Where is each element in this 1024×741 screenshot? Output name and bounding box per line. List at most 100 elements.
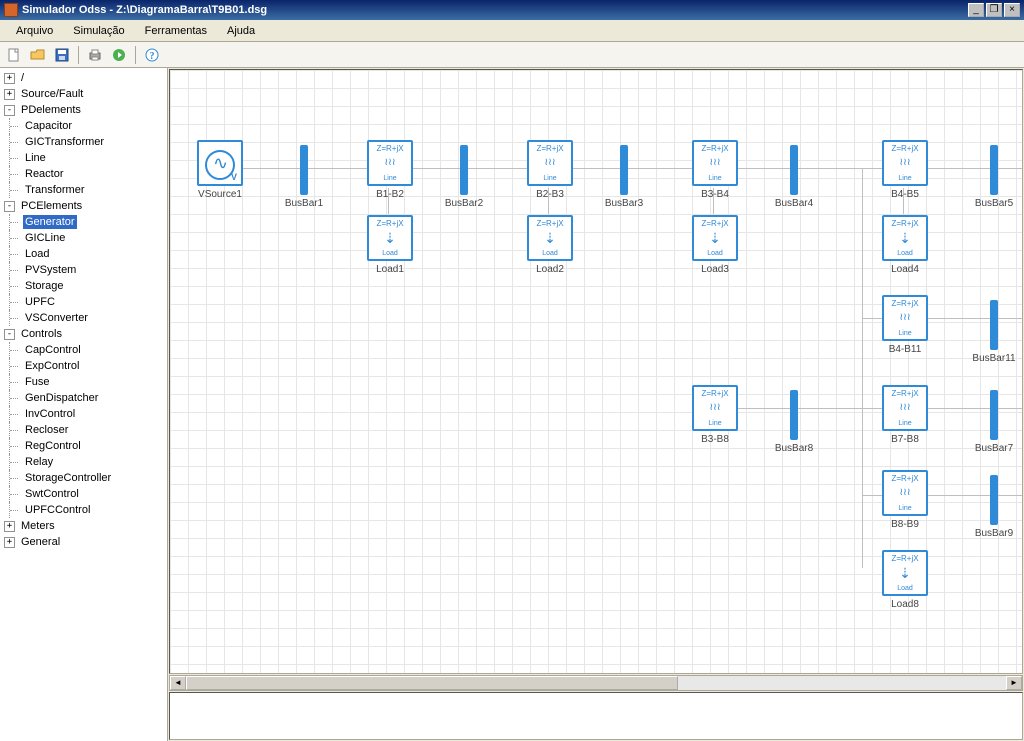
save-button[interactable] [52, 45, 72, 65]
wire [862, 168, 863, 408]
diagram-vsource[interactable]: V VSource1 [190, 140, 250, 200]
diagram-canvas[interactable]: V VSource1 BusBar1 BusBar2 BusBar3 BusBar4 B… [169, 69, 1023, 674]
tree-node-pcelements[interactable]: -PCElements [0, 198, 167, 214]
diagram-load[interactable]: Z=R+jX⇣LoadLoad8 [880, 550, 930, 610]
tree-leaf-gictransformer[interactable]: GICTransformer [0, 134, 167, 150]
diagram-line[interactable]: Z=R+jX≀≀≀LineB3-B8 [690, 385, 740, 445]
diagram-load[interactable]: Z=R+jX⇣LoadLoad4 [880, 215, 930, 275]
tree-leaf-gendispatcher[interactable]: GenDispatcher [0, 390, 167, 406]
tree-node-root[interactable]: +/ [0, 70, 167, 86]
tree-leaf-load[interactable]: Load [0, 246, 167, 262]
diagram-busbar[interactable]: BusBar1 [280, 145, 328, 209]
tree-children-controls: CapControl ExpControl Fuse GenDispatcher… [0, 342, 167, 518]
collapse-icon[interactable]: - [4, 105, 15, 116]
menu-bar: Arquivo Simulação Ferramentas Ajuda [0, 20, 1024, 42]
expand-icon[interactable]: + [4, 537, 15, 548]
busbar-icon [790, 390, 798, 440]
tree-leaf-recloser[interactable]: Recloser [0, 422, 167, 438]
expand-icon[interactable]: + [4, 73, 15, 84]
tree-node-controls[interactable]: -Controls [0, 326, 167, 342]
wire [862, 408, 863, 568]
busbar-icon [990, 300, 998, 350]
tree-leaf-swtcontrol[interactable]: SwtControl [0, 486, 167, 502]
collapse-icon[interactable]: - [4, 201, 15, 212]
tree-children-pcelements: Generator GICLine Load PVSystem Storage … [0, 214, 167, 326]
tree-children-pdelements: Capacitor GICTransformer Line Reactor Tr… [0, 118, 167, 198]
maximize-button[interactable]: ❐ [986, 3, 1002, 17]
tree-leaf-expcontrol[interactable]: ExpControl [0, 358, 167, 374]
menu-ferramentas[interactable]: Ferramentas [135, 22, 217, 40]
tree-leaf-reactor[interactable]: Reactor [0, 166, 167, 182]
help-button[interactable]: ? [142, 45, 162, 65]
close-button[interactable]: × [1004, 3, 1020, 17]
collapse-icon[interactable]: - [4, 329, 15, 340]
diagram-busbar[interactable]: BusBar7 [970, 390, 1018, 454]
tree-leaf-line[interactable]: Line [0, 150, 167, 166]
app-icon [4, 3, 18, 17]
tree-leaf-gicline[interactable]: GICLine [0, 230, 167, 246]
window-title: Simulador Odss - Z:\DiagramaBarra\T9B01.… [22, 4, 968, 16]
open-file-button[interactable] [28, 45, 48, 65]
diagram-busbar[interactable]: BusBar9 [970, 475, 1018, 539]
run-button[interactable] [109, 45, 129, 65]
tree-leaf-storagecontroller[interactable]: StorageController [0, 470, 167, 486]
busbar-icon [990, 145, 998, 195]
diagram-line[interactable]: Z=R+jX≀≀≀LineB2-B3 [525, 140, 575, 200]
tree-leaf-transformer[interactable]: Transformer [0, 182, 167, 198]
busbar-icon [620, 145, 628, 195]
tree-leaf-invcontrol[interactable]: InvControl [0, 406, 167, 422]
diagram-line[interactable]: Z=R+jX≀≀≀LineB4-B5 [880, 140, 930, 200]
menu-simulacao[interactable]: Simulação [63, 22, 134, 40]
tree-node-sourcefault[interactable]: +Source/Fault [0, 86, 167, 102]
scroll-left-arrow[interactable]: ◄ [170, 676, 186, 690]
print-button[interactable] [85, 45, 105, 65]
tree-leaf-pvsystem[interactable]: PVSystem [0, 262, 167, 278]
diagram-busbar[interactable]: BusBar11 [970, 300, 1018, 364]
tree-leaf-generator[interactable]: Generator [0, 214, 167, 230]
menu-arquivo[interactable]: Arquivo [6, 22, 63, 40]
tree-leaf-upfc[interactable]: UPFC [0, 294, 167, 310]
tree-node-pdelements[interactable]: -PDelements [0, 102, 167, 118]
menu-ajuda[interactable]: Ajuda [217, 22, 265, 40]
svg-text:?: ? [150, 51, 155, 62]
toolbar: ? [0, 42, 1024, 68]
tree-leaf-relay[interactable]: Relay [0, 454, 167, 470]
diagram-busbar[interactable]: BusBar4 [770, 145, 818, 209]
busbar-icon [990, 475, 998, 525]
tree-leaf-capcontrol[interactable]: CapControl [0, 342, 167, 358]
output-pane[interactable] [169, 692, 1023, 740]
diagram-line[interactable]: Z=R+jX≀≀≀LineB4-B11 [880, 295, 930, 355]
diagram-busbar[interactable]: BusBar5 [970, 145, 1018, 209]
busbar-icon [300, 145, 308, 195]
diagram-busbar[interactable]: BusBar2 [440, 145, 488, 209]
diagram-load[interactable]: Z=R+jX⇣LoadLoad2 [525, 215, 575, 275]
tree-node-general[interactable]: +General [0, 534, 167, 550]
tree-leaf-fuse[interactable]: Fuse [0, 374, 167, 390]
new-file-button[interactable] [4, 45, 24, 65]
diagram-busbar[interactable]: BusBar3 [600, 145, 648, 209]
busbar-icon [990, 390, 998, 440]
diagram-load[interactable]: Z=R+jX⇣LoadLoad3 [690, 215, 740, 275]
diagram-load[interactable]: Z=R+jX⇣LoadLoad1 [365, 215, 415, 275]
scroll-right-arrow[interactable]: ► [1006, 676, 1022, 690]
tree-leaf-storage[interactable]: Storage [0, 278, 167, 294]
tree-leaf-regcontrol[interactable]: RegControl [0, 438, 167, 454]
expand-icon[interactable]: + [4, 89, 15, 100]
diagram-line[interactable]: Z=R+jX≀≀≀LineB1-B2 [365, 140, 415, 200]
title-bar: Simulador Odss - Z:\DiagramaBarra\T9B01.… [0, 0, 1024, 20]
scroll-thumb[interactable] [186, 676, 678, 690]
diagram-line[interactable]: Z=R+jX≀≀≀LineB7-B8 [880, 385, 930, 445]
busbar-icon [460, 145, 468, 195]
tree-leaf-capacitor[interactable]: Capacitor [0, 118, 167, 134]
horizontal-scrollbar[interactable]: ◄ ► [169, 675, 1023, 691]
expand-icon[interactable]: + [4, 521, 15, 532]
minimize-button[interactable]: _ [968, 3, 984, 17]
diagram-line[interactable]: Z=R+jX≀≀≀LineB8-B9 [880, 470, 930, 530]
tree-node-meters[interactable]: +Meters [0, 518, 167, 534]
component-tree[interactable]: +/ +Source/Fault -PDelements Capacitor G… [0, 68, 168, 741]
tree-leaf-upfccontrol[interactable]: UPFCControl [0, 502, 167, 518]
diagram-busbar[interactable]: BusBar8 [770, 390, 818, 454]
diagram-line[interactable]: Z=R+jX≀≀≀LineB3-B4 [690, 140, 740, 200]
busbar-icon [790, 145, 798, 195]
tree-leaf-vsconverter[interactable]: VSConverter [0, 310, 167, 326]
